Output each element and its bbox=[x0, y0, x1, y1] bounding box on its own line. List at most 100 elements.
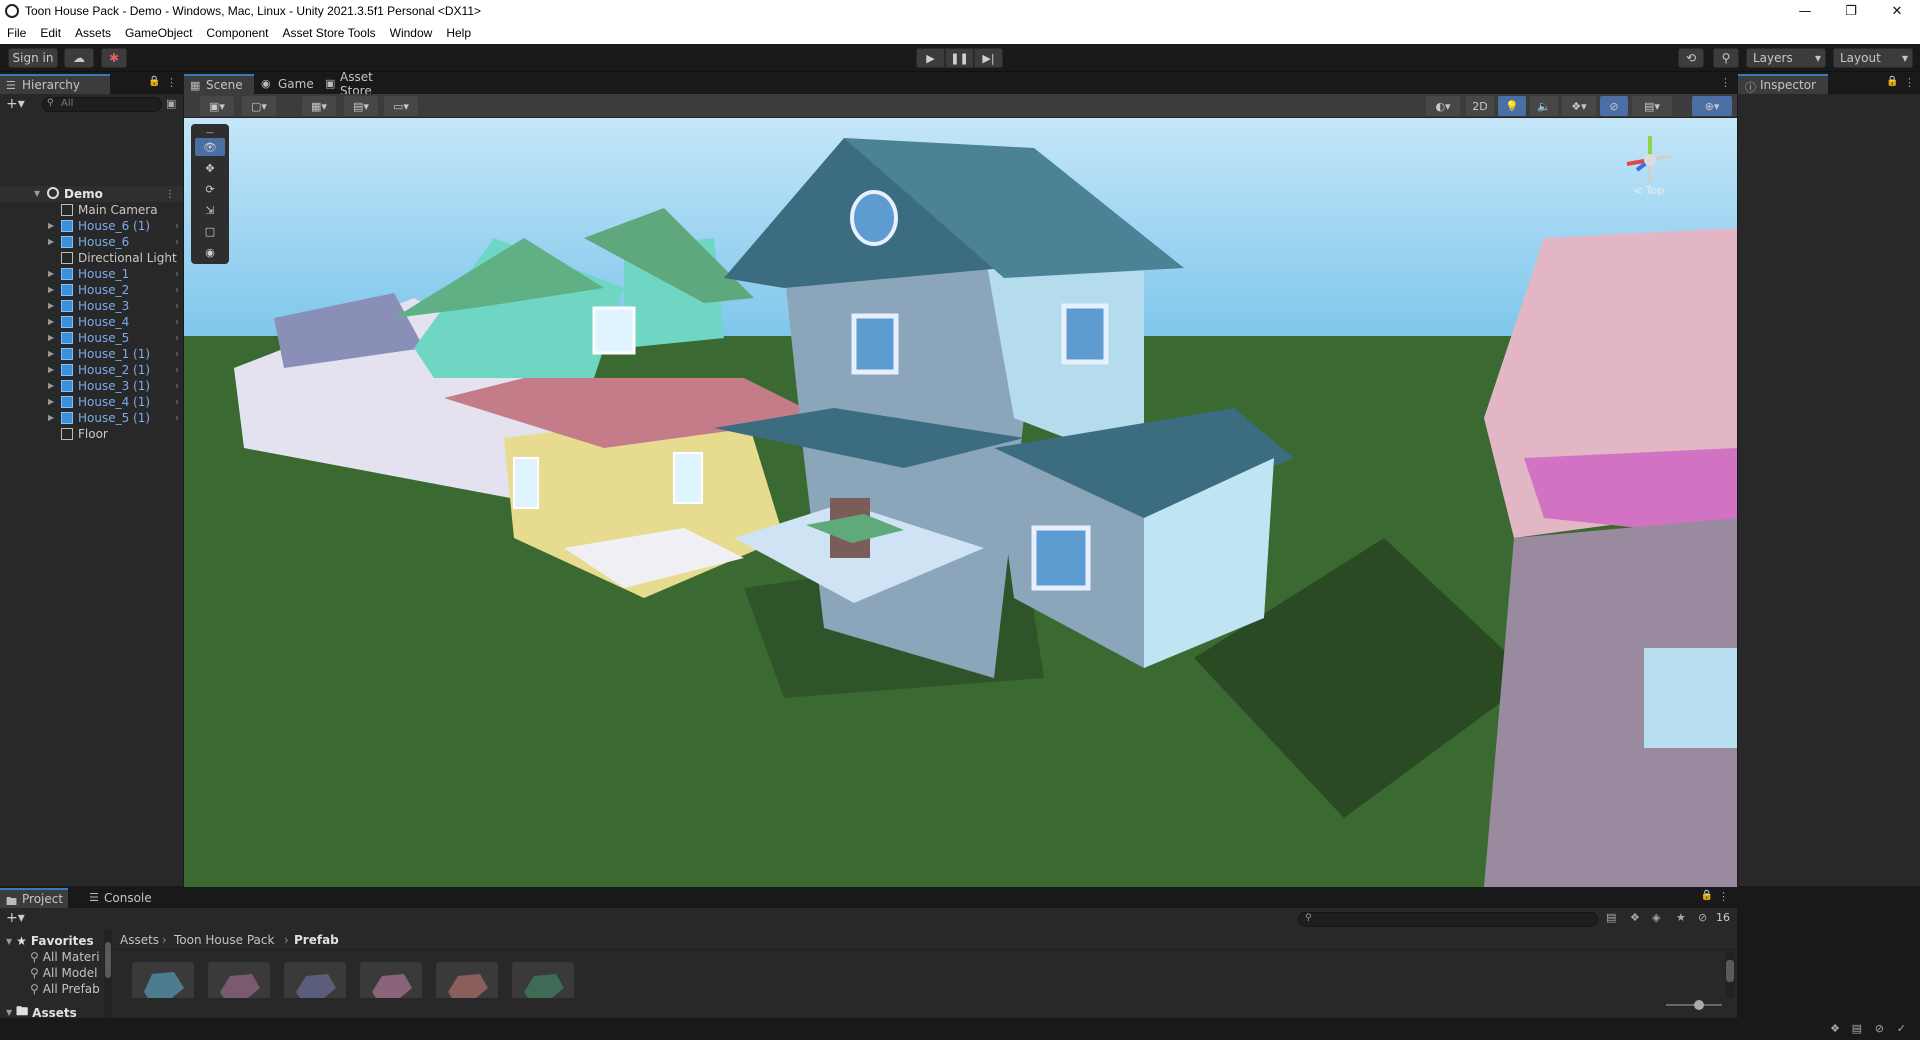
thumbnail-size-slider[interactable] bbox=[1666, 1000, 1722, 1010]
tab-scene[interactable]: ▦ Scene bbox=[184, 74, 254, 94]
expand-arrow-icon[interactable]: ▶ bbox=[48, 238, 56, 246]
expand-arrow-icon[interactable]: ▶ bbox=[48, 334, 56, 342]
move-tool-button[interactable]: ✥ bbox=[195, 159, 225, 177]
kebab-menu-icon[interactable]: ⋮ bbox=[1904, 76, 1915, 89]
project-search-input[interactable]: ⚲ bbox=[1298, 912, 1598, 927]
star-icon[interactable]: ★ bbox=[1676, 911, 1686, 924]
rotate-tool-button[interactable]: ⟳ bbox=[195, 180, 225, 198]
search-button[interactable]: ⚲ bbox=[1713, 48, 1739, 68]
hierarchy-item[interactable]: ▶ House_2 (1) › bbox=[0, 362, 183, 378]
collab-button[interactable]: ✱ bbox=[101, 48, 127, 68]
expand-arrow-icon[interactable]: ▶ bbox=[48, 382, 56, 390]
orientation-gizmo[interactable]: < Top bbox=[1615, 130, 1685, 200]
chevron-right-icon[interactable]: › bbox=[175, 365, 179, 376]
tab-asset-store[interactable]: ▣ Asset Store bbox=[318, 70, 414, 98]
auto-generate-icon[interactable]: ⊘ bbox=[1875, 1022, 1884, 1035]
add-icon[interactable]: +▾ bbox=[6, 910, 25, 926]
prefab-thumbnail[interactable] bbox=[132, 962, 194, 998]
favorite-item[interactable]: ⚲ All Prefab bbox=[30, 982, 100, 996]
hierarchy-item[interactable]: ▶ House_4 › bbox=[0, 314, 183, 330]
menu-window[interactable]: Window bbox=[383, 26, 440, 40]
expand-arrow-icon[interactable]: ▶ bbox=[48, 414, 56, 422]
favorite-item[interactable]: ⚲ All Materi bbox=[30, 950, 100, 964]
favorites-header[interactable]: ▼ ★ Favorites bbox=[6, 934, 94, 948]
cloud-button[interactable]: ☁ bbox=[64, 48, 94, 68]
gizmos-dropdown[interactable]: ⊕▾ bbox=[1692, 96, 1732, 116]
transform-tool-button[interactable]: ◉ bbox=[195, 243, 225, 261]
expand-arrow-icon[interactable]: ▶ bbox=[48, 222, 56, 230]
hierarchy-item[interactable]: ▶ House_5 (1) › bbox=[0, 410, 183, 426]
hidden-packages-icon[interactable]: ⊘ bbox=[1698, 911, 1707, 924]
menu-assets[interactable]: Assets bbox=[68, 26, 118, 40]
tab-inspector[interactable]: ⓘ Inspector bbox=[1738, 74, 1828, 94]
prefab-thumbnail[interactable] bbox=[436, 962, 498, 998]
hierarchy-scene-row[interactable]: ▼ Demo ⋮ bbox=[0, 186, 183, 202]
expand-arrow-icon[interactable]: ▶ bbox=[48, 398, 56, 406]
menu-asset-store-tools[interactable]: Asset Store Tools bbox=[275, 26, 382, 40]
kebab-menu-icon[interactable]: ⋮ bbox=[165, 189, 175, 200]
kebab-menu-icon[interactable]: ⋮ bbox=[1718, 890, 1729, 903]
hierarchy-item[interactable]: ▶ House_5 › bbox=[0, 330, 183, 346]
hidden-objects-toggle[interactable]: ⊘ bbox=[1600, 96, 1628, 116]
chevron-right-icon[interactable]: › bbox=[175, 333, 179, 344]
rect-tool-button[interactable]: □ bbox=[195, 222, 225, 240]
history-button[interactable]: ⟲ bbox=[1678, 48, 1704, 68]
filter-by-label-icon[interactable]: ❖ bbox=[1630, 911, 1640, 924]
hierarchy-item[interactable]: ▶ House_3 (1) › bbox=[0, 378, 183, 394]
chevron-right-icon[interactable]: › bbox=[175, 237, 179, 248]
scene-viewport[interactable]: < Top bbox=[184, 118, 1737, 887]
hierarchy-item[interactable]: ▶ House_6 › bbox=[0, 234, 183, 250]
audio-toggle[interactable]: 🔈 bbox=[1530, 96, 1558, 116]
chevron-right-icon[interactable]: › bbox=[175, 221, 179, 232]
prefab-thumbnail[interactable] bbox=[512, 962, 574, 998]
kebab-menu-icon[interactable]: ⋮ bbox=[1720, 76, 1731, 89]
breadcrumb-prefab[interactable]: Prefab bbox=[294, 933, 339, 947]
check-icon[interactable]: ✓ bbox=[1897, 1022, 1906, 1035]
tab-hierarchy[interactable]: ☰ Hierarchy bbox=[0, 74, 110, 94]
chevron-right-icon[interactable]: › bbox=[175, 381, 179, 392]
hierarchy-search-input[interactable]: ⚲ All bbox=[42, 97, 162, 112]
menu-gameobject[interactable]: GameObject bbox=[118, 26, 199, 40]
menu-help[interactable]: Help bbox=[439, 26, 478, 40]
expand-arrow-icon[interactable]: ▶ bbox=[48, 350, 56, 358]
expand-arrow-icon[interactable]: ▶ bbox=[48, 302, 56, 310]
chevron-right-icon[interactable]: › bbox=[175, 285, 179, 296]
step-button[interactable]: ▶| bbox=[974, 48, 1003, 68]
hierarchy-item[interactable]: ▶ House_1 (1) › bbox=[0, 346, 183, 362]
menu-edit[interactable]: Edit bbox=[33, 26, 68, 40]
hierarchy-item[interactable]: ▶ House_4 (1) › bbox=[0, 394, 183, 410]
scene-visibility-icon[interactable]: ▣ bbox=[166, 97, 176, 110]
scale-tool-button[interactable]: ⇲ bbox=[195, 201, 225, 219]
view-tool-button[interactable]: 👁 bbox=[195, 138, 225, 156]
menu-component[interactable]: Component bbox=[199, 26, 275, 40]
effects-dropdown[interactable]: ❖▾ bbox=[1562, 96, 1596, 116]
prefab-thumbnail[interactable] bbox=[208, 962, 270, 998]
tab-project[interactable]: 🖿 Project bbox=[0, 888, 68, 908]
filter-by-type-icon[interactable]: ▤ bbox=[1606, 911, 1616, 924]
content-scrollbar[interactable] bbox=[1725, 952, 1735, 998]
pause-button[interactable]: ❚❚ bbox=[945, 48, 974, 68]
expand-arrow-icon[interactable]: ▶ bbox=[48, 286, 56, 294]
pivot-dropdown[interactable]: ▢▾ bbox=[242, 96, 276, 116]
chevron-right-icon[interactable]: › bbox=[175, 301, 179, 312]
chevron-right-icon[interactable]: › bbox=[175, 349, 179, 360]
expand-arrow-icon[interactable]: ▶ bbox=[48, 270, 56, 278]
expand-arrow-icon[interactable]: ▼ bbox=[34, 190, 42, 198]
layout-dropdown[interactable]: Layout ▾ bbox=[1833, 48, 1913, 68]
expand-arrow-icon[interactable]: ▶ bbox=[48, 318, 56, 326]
tab-game[interactable]: ◉ Game bbox=[256, 74, 316, 94]
close-button[interactable]: ✕ bbox=[1874, 0, 1920, 22]
lock-icon[interactable]: 🔒 bbox=[148, 76, 160, 87]
breadcrumb-toon-house-pack[interactable]: Toon House Pack bbox=[174, 933, 274, 947]
layers-dropdown[interactable]: Layers ▾ bbox=[1746, 48, 1826, 68]
hierarchy-item[interactable]: Floor bbox=[0, 426, 183, 442]
tab-console[interactable]: ☰ Console bbox=[82, 888, 158, 908]
grid-dropdown[interactable]: ▦▾ bbox=[302, 96, 336, 116]
overlay-drag-handle[interactable]: — bbox=[195, 128, 225, 137]
hierarchy-item[interactable]: Main Camera bbox=[0, 202, 183, 218]
hierarchy-item[interactable]: ▶ House_6 (1) › bbox=[0, 218, 183, 234]
breadcrumb-assets[interactable]: Assets bbox=[120, 933, 159, 947]
tree-scrollbar[interactable] bbox=[104, 930, 112, 1018]
minimize-button[interactable]: — bbox=[1782, 0, 1828, 22]
sign-in-button[interactable]: Sign in bbox=[8, 48, 58, 68]
